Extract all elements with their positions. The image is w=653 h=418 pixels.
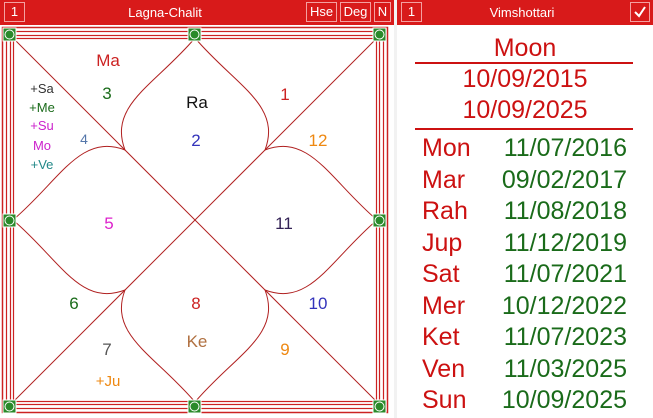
antardasha-planet: Mar — [422, 166, 466, 194]
planet-mercury[interactable]: +Me — [29, 100, 55, 115]
house-toggle-button[interactable]: Hse — [306, 2, 337, 22]
planet-saturn[interactable]: +Sa — [30, 81, 54, 96]
house-number-3: 3 — [102, 84, 111, 103]
planet-venus[interactable]: +Ve — [31, 157, 54, 172]
antardasha-date: 11/07/2023 — [503, 323, 627, 351]
antardasha-date: 11/12/2019 — [503, 229, 627, 257]
house-number-11: 11 — [275, 214, 293, 233]
mahadasha-end: 10/09/2025 — [462, 96, 588, 124]
lagna-chalit-panel: 1 Lagna-Chalit Hse Deg N 1 2 3 4 5 6 7 8… — [0, 0, 394, 418]
antardasha-date: 09/02/2017 — [501, 166, 627, 194]
dasha-toolbar: 1 Vimshottari — [397, 0, 653, 25]
planet-mars[interactable]: Ma — [96, 51, 120, 70]
antardasha-planet: Mer — [422, 292, 466, 320]
checkmark-icon[interactable] — [630, 2, 650, 22]
dasha-title: Vimshottari — [489, 5, 555, 20]
dasha-number-button[interactable]: 1 — [401, 2, 422, 22]
house-number-2: 2 — [191, 131, 200, 150]
antardasha-date: 11/08/2018 — [503, 197, 627, 225]
divider — [415, 128, 633, 130]
north-style-button[interactable]: N — [374, 2, 391, 22]
house-number-10: 10 — [309, 294, 328, 313]
house-number-5: 5 — [104, 214, 113, 233]
chart-number-button[interactable]: 1 — [4, 2, 25, 22]
planet-ketu[interactable]: Ke — [187, 332, 208, 351]
antardasha-planet: Sun — [422, 386, 467, 414]
house-number-7: 7 — [102, 340, 111, 359]
planet-rahu[interactable]: Ra — [186, 93, 208, 112]
vimshottari-panel: 1 Vimshottari Moon 10/09/2015 10/09/2025… — [397, 0, 653, 418]
north-indian-chart[interactable]: 1 2 3 4 5 6 7 8 9 10 11 12 Ma Ra +Sa +Me… — [0, 25, 394, 418]
house-number-9: 9 — [280, 340, 289, 359]
antardasha-date: 11/03/2025 — [503, 355, 627, 383]
planet-moon[interactable]: Mo — [33, 138, 51, 153]
antardasha-planet: Ven — [422, 355, 466, 383]
house-number-6: 6 — [69, 294, 78, 313]
house-number-1: 1 — [280, 85, 289, 104]
chart-title: Lagna-Chalit — [128, 5, 202, 20]
antardasha-planet: Jup — [422, 229, 463, 257]
mahadasha-start: 10/09/2015 — [462, 65, 588, 93]
house-number-8: 8 — [191, 294, 200, 313]
antardasha-date: 10/12/2022 — [501, 292, 627, 320]
planet-sun[interactable]: +Su — [30, 118, 54, 133]
antardasha-planet: Rah — [422, 197, 468, 225]
house-number-4: 4 — [80, 131, 88, 147]
chart-toolbar: 1 Lagna-Chalit Hse Deg N — [0, 0, 394, 25]
antardasha-date: 10/09/2025 — [501, 386, 627, 414]
antardasha-date: 11/07/2016 — [503, 134, 627, 162]
antardasha-planet: Mon — [422, 134, 471, 162]
antardasha-planet: Sat — [422, 260, 460, 288]
antardasha-planet: Ket — [422, 323, 460, 351]
planet-jupiter[interactable]: +Ju — [96, 373, 121, 390]
mahadasha-lord: Moon — [493, 34, 557, 62]
house-number-12: 12 — [309, 131, 328, 150]
degree-toggle-button[interactable]: Deg — [340, 2, 371, 22]
antardasha-date: 11/07/2021 — [503, 260, 627, 288]
